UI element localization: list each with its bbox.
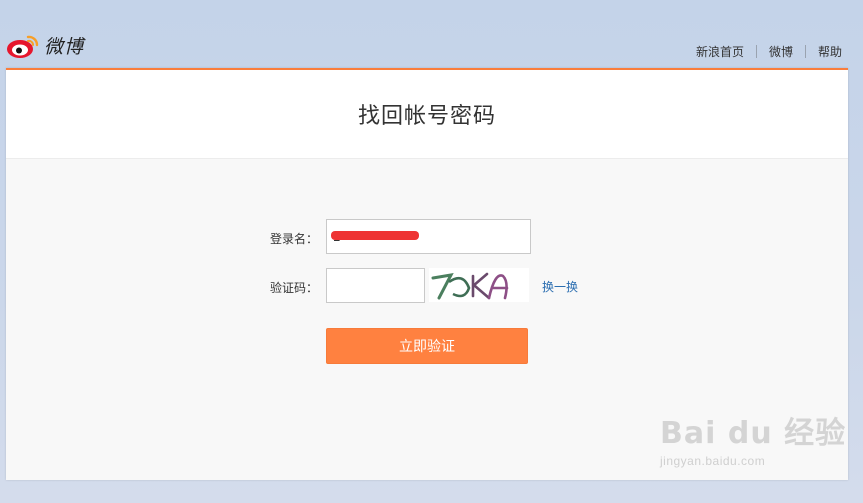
top-nav: 新浪首页 微博 帮助 [696,43,842,60]
refresh-captcha-link[interactable]: 换一换 [542,278,578,295]
watermark-url: jingyan.baidu.com [660,454,766,468]
nav-help[interactable]: 帮助 [818,43,842,60]
nav-divider [804,45,806,58]
captcha-label: 验证码： [269,281,318,295]
weibo-logo[interactable]: 微博 [6,30,84,60]
baidu-watermark: Bai du 经验 jingyan.baidu.com [660,408,846,468]
nav-divider [755,45,757,58]
redaction-mark [331,231,419,240]
watermark-main: Bai du 经验 [660,416,847,451]
captcha-glyphs [431,272,509,300]
username-label: 登录名： [269,232,318,246]
nav-weibo[interactable]: 微博 [769,43,793,60]
captcha-input[interactable] [326,268,425,303]
weibo-eye-icon [7,35,39,58]
captcha-image[interactable] [429,268,529,302]
logo-text: 微博 [44,35,85,58]
submit-verify-button[interactable]: 立即验证 [326,328,528,364]
page-title: 找回帐号密码 [357,104,496,129]
nav-sina-home[interactable]: 新浪首页 [696,43,744,60]
panel-header: 找回帐号密码 [6,70,848,159]
